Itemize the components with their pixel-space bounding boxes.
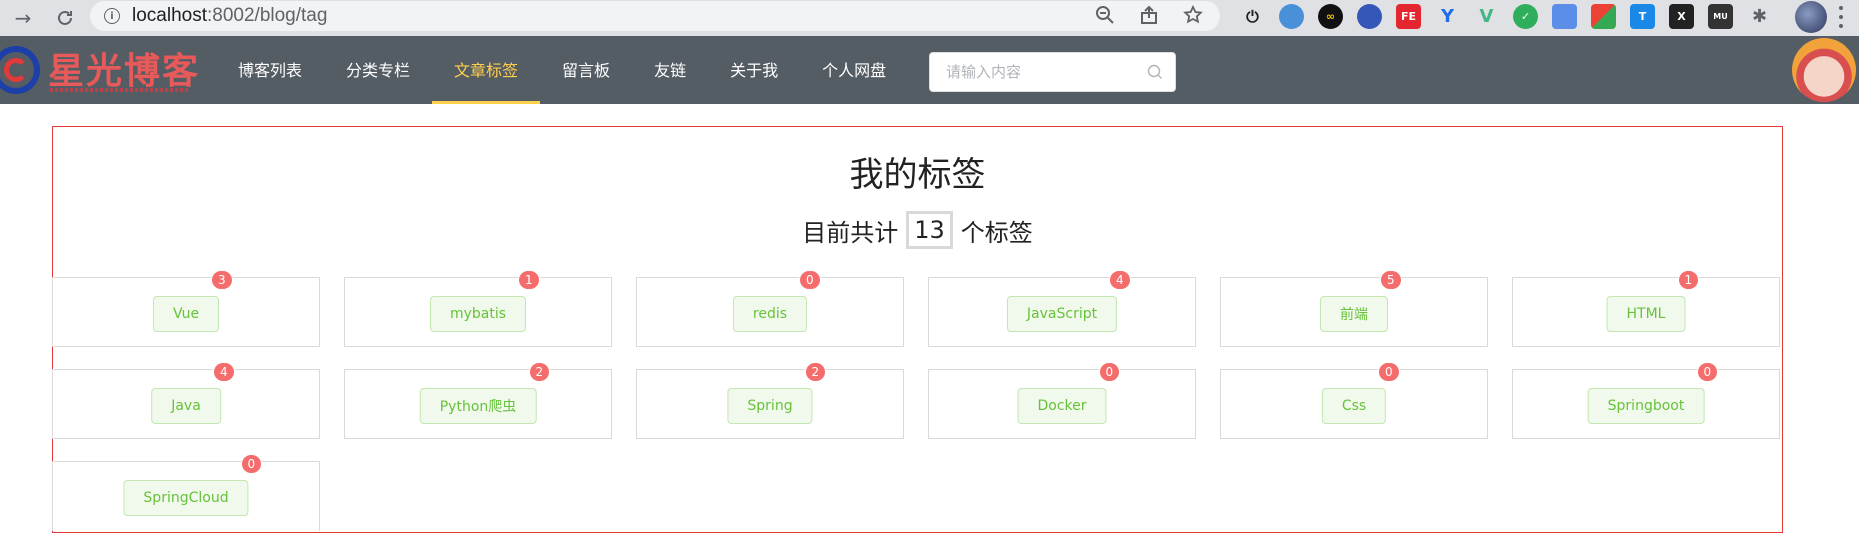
url-path: :8002/blog/tag — [207, 5, 328, 26]
reload-icon[interactable] — [52, 5, 78, 31]
page-title: 我的标签 — [849, 155, 986, 195]
nav-item[interactable]: 博客列表 — [216, 36, 324, 104]
tag-article-count-badge: 2 — [804, 362, 827, 382]
bookmark-star-icon[interactable] — [1182, 4, 1204, 26]
tag-article-count-badge: 1 — [1677, 270, 1700, 290]
tag-chip[interactable]: mybatis — [429, 296, 527, 332]
search-input[interactable] — [946, 63, 1136, 81]
browser-toolbar: → i localhost:8002/blog/tag ⏻ ∞ FE Y V ✓… — [0, 0, 1859, 36]
tag-article-count-badge: 4 — [213, 362, 235, 382]
tag-card: mybatis 1 — [344, 270, 612, 347]
tag-card: Java 4 — [52, 362, 320, 439]
url-host: localhost — [132, 5, 207, 26]
tag-article-count-badge: 0 — [799, 270, 821, 290]
tag-chip[interactable]: Python爬虫 — [419, 388, 537, 424]
tag-card: Python爬虫 2 — [344, 362, 612, 439]
search-icon[interactable] — [1147, 64, 1163, 84]
browser-profile-avatar[interactable] — [1795, 1, 1827, 33]
back-icon[interactable]: → — [10, 5, 36, 31]
nav-item[interactable]: 友链 — [632, 36, 708, 104]
site-header: 星光博客 博客列表 分类专栏 文章标签 留言板 友链 关于我 个人网盘 — [0, 36, 1859, 104]
tag-chip[interactable]: Spring — [727, 388, 813, 424]
user-avatar[interactable] — [1792, 38, 1856, 102]
url-text[interactable]: localhost:8002/blog/tag — [132, 5, 327, 27]
extension-icon[interactable]: ∞ — [1318, 4, 1343, 29]
tag-chip[interactable]: 前端 — [1320, 296, 1388, 332]
tag-card: SpringCloud 0 — [52, 454, 320, 531]
tag-card: 前端 5 — [1220, 270, 1488, 347]
tag-card: Spring 2 — [636, 362, 904, 439]
nav-item[interactable]: 分类专栏 — [324, 36, 432, 104]
tag-article-count-badge: 2 — [528, 362, 551, 382]
tag-article-count-badge: 0 — [1098, 362, 1121, 382]
tag-article-count-badge: 0 — [1696, 362, 1719, 382]
tag-chip[interactable]: Vue — [152, 296, 220, 332]
tag-card: Docker 0 — [928, 362, 1196, 439]
tag-article-count-badge: 1 — [518, 270, 540, 290]
nav-item[interactable]: 留言板 — [540, 36, 632, 104]
x-extension-icon[interactable]: X — [1669, 4, 1694, 29]
tag-chip[interactable]: Java — [151, 388, 221, 424]
tag-card: redis 0 — [636, 270, 904, 347]
tag-count-line: 目前共计 13 个标签 — [53, 211, 1782, 249]
nav-item[interactable]: 个人网盘 — [800, 36, 908, 104]
tag-card: JavaScript 4 — [928, 270, 1196, 347]
tag-article-count-badge: 5 — [1380, 270, 1402, 290]
logo-subtext-decoration — [50, 88, 190, 92]
power-extension-icon[interactable]: ⏻ — [1240, 4, 1265, 29]
site-logo[interactable]: 星光博客 — [0, 40, 200, 100]
tag-chip[interactable]: Css — [1321, 388, 1387, 424]
extension-icon[interactable] — [1591, 4, 1616, 29]
tag-article-count-badge: 4 — [1109, 270, 1131, 290]
tag-card: Css 0 — [1220, 362, 1488, 439]
zoom-out-icon[interactable] — [1094, 4, 1116, 26]
tag-card: Vue 3 — [52, 270, 320, 347]
extension-icon[interactable]: FE — [1396, 4, 1421, 29]
shield-extension-icon[interactable]: ✓ — [1513, 4, 1538, 29]
tag-chip[interactable]: redis — [732, 296, 808, 332]
count-prefix: 目前共计 — [802, 218, 899, 247]
puzzle-icon[interactable]: ✱ — [1747, 4, 1772, 29]
tag-chip[interactable]: HTML — [1606, 296, 1686, 332]
tag-chip[interactable]: Docker — [1017, 388, 1107, 424]
share-icon[interactable] — [1138, 4, 1160, 26]
extension-icon[interactable]: MU — [1708, 4, 1733, 29]
search-box[interactable] — [929, 52, 1176, 92]
extension-icon[interactable] — [1552, 4, 1577, 29]
tag-card: HTML 1 — [1512, 270, 1780, 347]
logo-mark-icon — [0, 46, 40, 94]
tag-article-count-badge: 0 — [240, 454, 263, 474]
tag-chip[interactable]: SpringCloud — [123, 480, 249, 516]
vue-devtools-icon[interactable]: V — [1474, 4, 1499, 29]
tag-article-count-badge: 0 — [1378, 362, 1400, 382]
extension-icon[interactable]: T — [1630, 4, 1655, 29]
extension-icon[interactable] — [1357, 4, 1382, 29]
count-suffix: 个标签 — [960, 218, 1033, 247]
extension-icon[interactable]: Y — [1435, 4, 1460, 29]
tag-chip[interactable]: JavaScript — [1006, 296, 1118, 332]
extensions-bar: ⏻ ∞ FE Y V ✓ T X MU ✱ — [1240, 4, 1772, 29]
extension-icon[interactable] — [1279, 4, 1304, 29]
logo-text: 星光博客 — [48, 50, 201, 92]
tag-article-count-badge: 3 — [211, 270, 233, 290]
nav-item[interactable]: 文章标签 — [432, 36, 541, 104]
browser-menu-icon[interactable] — [1838, 6, 1844, 28]
tag-count: 13 — [906, 211, 953, 249]
nav-item[interactable]: 关于我 — [708, 36, 800, 104]
tag-chip[interactable]: Springboot — [1587, 388, 1705, 424]
tag-card: Springboot 0 — [1512, 362, 1780, 439]
site-info-icon[interactable]: i — [104, 8, 120, 24]
tags-panel: 我的标签 目前共计 13 个标签 Vue 3 mybatis 1 redis 0 JavaS… — [52, 126, 1783, 533]
main-nav: 博客列表 分类专栏 文章标签 留言板 友链 关于我 个人网盘 — [216, 36, 908, 104]
address-bar[interactable]: i localhost:8002/blog/tag — [90, 1, 1220, 31]
